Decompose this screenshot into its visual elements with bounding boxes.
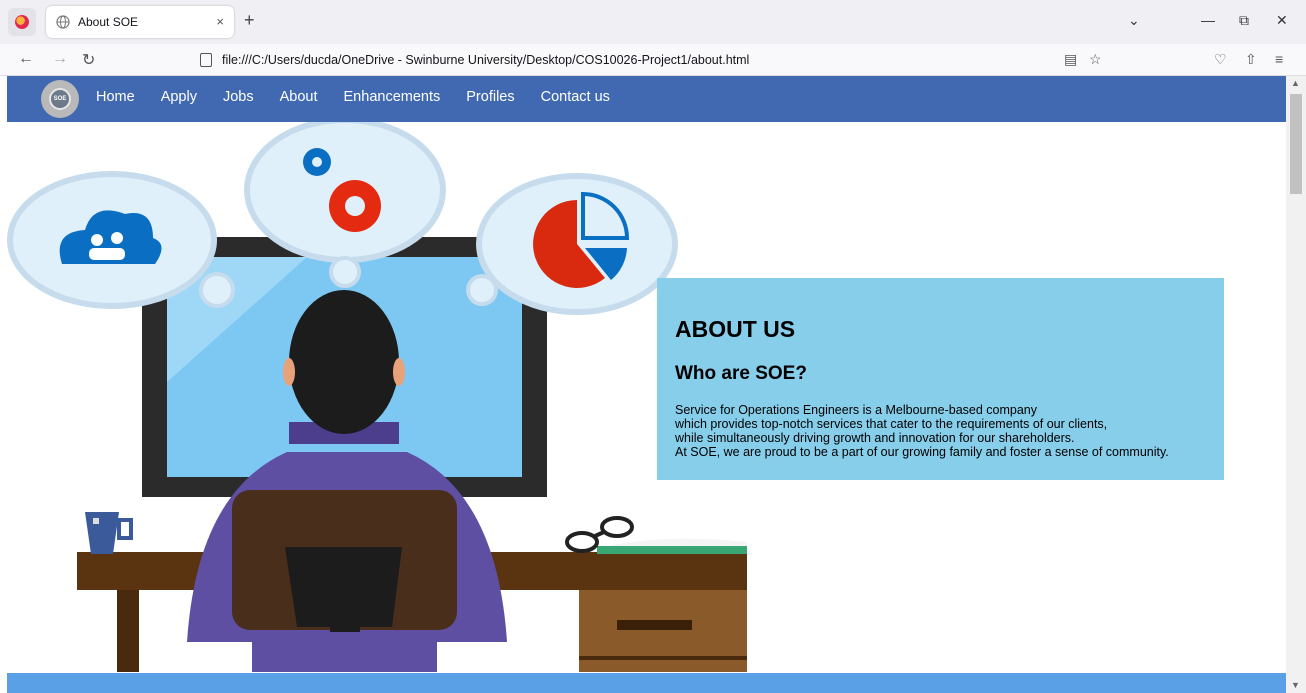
app-menu-icon[interactable]: ≡ [1275,51,1283,67]
about-paragraph: Service for Operations Engineers is a Me… [675,403,1206,459]
about-subheading: Who are SOE? [675,363,807,384]
tab-about-soe[interactable]: About SOE × [46,6,234,38]
person-ear-right [393,358,405,386]
page-viewport: SOE Home Apply Jobs About Enhancements P… [7,76,1286,693]
nav-apply[interactable]: Apply [161,89,197,105]
about-section: ABOUT US Who are SOE? Service for Operat… [657,278,1224,480]
nav-jobs[interactable]: Jobs [223,89,254,105]
list-all-tabs-icon[interactable]: ⌄ [1128,12,1140,29]
close-window-button[interactable]: ✕ [1276,12,1288,29]
about-line: At SOE, we are proud to be a part of our… [675,445,1169,459]
tab-close-icon[interactable]: × [216,14,224,29]
nav-home[interactable]: Home [96,89,135,105]
address-bar[interactable]: file:///C:/Users/ducda/OneDrive - Swinbu… [200,47,1110,73]
globe-icon [56,15,70,29]
scroll-down-icon[interactable]: ▼ [1291,680,1300,690]
scroll-thumb[interactable] [1290,94,1302,194]
browser-nav-bar: ← → ↻ file:///C:/Users/ducda/OneDrive - … [0,44,1306,76]
mug-label [93,518,99,524]
site-menu: Home Apply Jobs About Enhancements Profi… [96,89,636,105]
minimize-button[interactable]: — [1201,12,1215,28]
browser-tab-bar: About SOE × + ⌄ — ⧉ ✕ [0,0,1306,44]
new-tab-button[interactable]: + [244,10,255,31]
url-text: file:///C:/Users/ducda/OneDrive - Swinbu… [222,53,750,67]
bookmark-star-icon[interactable]: ☆ [1089,51,1102,68]
about-line: which provides top-notch services that c… [675,417,1108,431]
scroll-up-icon[interactable]: ▲ [1291,78,1300,88]
bubble-cloud-people [7,171,235,309]
nav-profiles[interactable]: Profiles [466,89,514,105]
person-head [289,290,399,434]
reload-button[interactable]: ↻ [82,50,95,70]
book [597,546,747,554]
restore-button[interactable]: ⧉ [1239,12,1249,29]
about-heading: ABOUT US [675,316,796,342]
page-icon [200,53,212,67]
person-ear-left [283,358,295,386]
person-legs [252,632,437,672]
footer-band [7,673,1286,693]
tab-title: About SOE [78,15,139,29]
office-worker-illustration [7,122,747,672]
reader-view-icon[interactable]: ▤ [1064,51,1077,68]
nav-about[interactable]: About [280,89,318,105]
forward-button[interactable]: → [52,50,68,68]
chair-pad [285,547,402,627]
mug [85,512,119,554]
drawer-handle [617,620,692,630]
logo-text: SOE [49,88,71,110]
nav-enhancements[interactable]: Enhancements [344,89,441,105]
book-pages [607,538,747,546]
soe-logo[interactable]: SOE [41,80,79,118]
drawer-divider [579,656,747,660]
vertical-scrollbar[interactable]: ▲ ▼ [1286,76,1306,693]
desk-leg [117,590,139,672]
back-button[interactable]: ← [18,50,34,68]
firefox-icon [15,15,29,29]
site-navbar: SOE Home Apply Jobs About Enhancements P… [7,76,1286,122]
firefox-menu-button[interactable] [8,8,36,36]
extensions-icon[interactable]: ⇧ [1245,51,1257,68]
nav-contact-us[interactable]: Contact us [541,89,610,105]
about-line: Service for Operations Engineers is a Me… [675,403,1037,417]
about-line: while simultaneously driving growth and … [675,431,1075,445]
pocket-icon[interactable]: ♡ [1214,51,1227,68]
mug-handle [117,518,133,540]
